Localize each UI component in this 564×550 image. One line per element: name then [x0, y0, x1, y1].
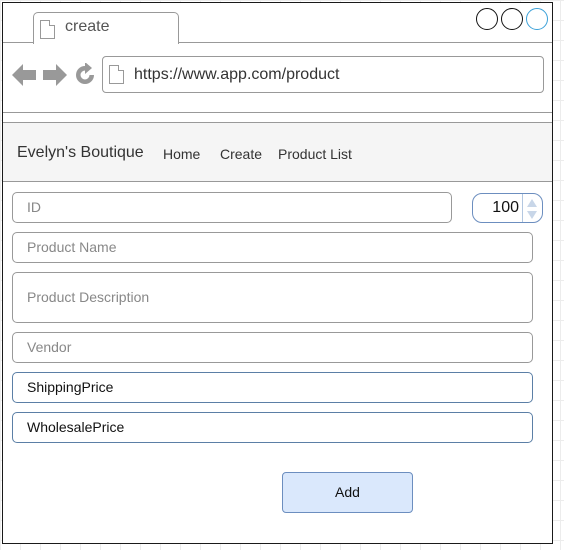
nav-link-home[interactable]: Home [163, 146, 200, 162]
product-name-input[interactable]: Product Name [12, 232, 533, 263]
stepper-down-icon[interactable] [526, 210, 538, 220]
vendor-input[interactable]: Vendor [12, 332, 533, 363]
wholesale-price-input[interactable]: WholesalePrice [12, 412, 533, 443]
stepper-value: 100 [492, 199, 519, 216]
stepper-divider [522, 194, 523, 222]
minimize-button[interactable] [476, 8, 498, 30]
nav-link-create[interactable]: Create [220, 146, 262, 162]
nav-link-product-list[interactable]: Product List [278, 146, 352, 162]
add-button[interactable]: Add [282, 472, 413, 513]
tab-title: create [65, 18, 110, 35]
browser-window: create https://www.app.com/product Evely… [2, 2, 553, 544]
id-input[interactable]: ID [12, 192, 452, 223]
page-icon [40, 20, 55, 39]
toolbar-divider [3, 112, 552, 113]
url-text: https://www.app.com/product [134, 66, 340, 83]
close-button[interactable] [526, 8, 548, 30]
address-bar[interactable]: https://www.app.com/product [102, 56, 544, 93]
forward-arrow-icon[interactable] [43, 64, 67, 86]
brand-name[interactable]: Evelyn's Boutique [17, 144, 144, 162]
back-arrow-icon[interactable] [12, 64, 36, 86]
reload-icon[interactable] [73, 63, 97, 87]
id-stepper[interactable]: 100 [472, 193, 543, 223]
product-description-input[interactable]: Product Description [12, 272, 533, 323]
maximize-button[interactable] [501, 8, 523, 30]
stepper-up-icon[interactable] [526, 198, 538, 208]
tab-bar: create [3, 3, 552, 44]
app-navbar: Evelyn's Boutique Home Create Product Li… [3, 122, 552, 182]
shipping-price-input[interactable]: ShippingPrice [12, 372, 533, 403]
page-icon [109, 65, 124, 84]
browser-tab[interactable]: create [33, 12, 179, 44]
